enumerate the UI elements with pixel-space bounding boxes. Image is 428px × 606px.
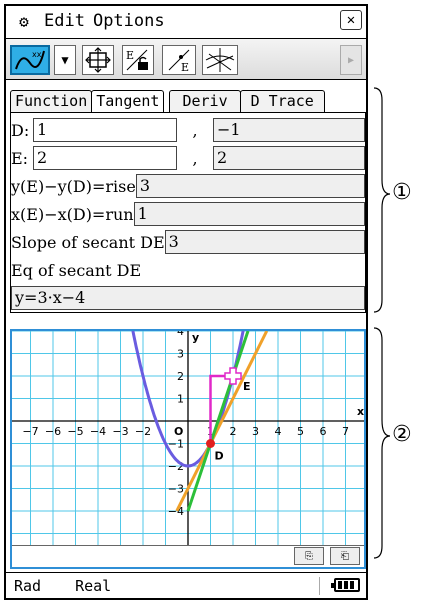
rise-field: 3 [135, 174, 365, 198]
svg-text:xx: xx [32, 50, 42, 59]
x-tick-label: −4 [90, 425, 106, 438]
eq-label: Eq of secant DE [11, 260, 142, 280]
origin-label: O [174, 425, 183, 438]
point-e-icon[interactable]: E [162, 45, 196, 75]
y-tick-label: 2 [177, 370, 184, 383]
secant-panel: Function Tangent Deriv D Trace D: 1 , −1… [10, 90, 366, 318]
point-d-label: D [215, 450, 224, 463]
x-tick-label: −7 [22, 425, 38, 438]
annotation-2: ② [392, 422, 412, 447]
y-tick-label: 4 [177, 331, 184, 338]
slope-row: Slope of secant DE 3 [11, 228, 365, 256]
point-d-marker [206, 439, 215, 448]
menu-edit[interactable]: Edit [44, 11, 85, 31]
svg-text:E: E [181, 61, 189, 74]
menu-bar: ⚙ Edit Options ✕ [6, 6, 366, 36]
zoom-box-icon[interactable] [82, 45, 114, 75]
y-tick-label: −3 [168, 483, 184, 496]
calculator-screen: ⚙ Edit Options ✕ xx ▼ E E ▶ Function Tan… [4, 4, 368, 600]
graph-view-button[interactable]: xx [10, 45, 50, 75]
eq-label-row: Eq of secant DE [11, 256, 365, 284]
x-tick-label: 6 [320, 425, 327, 438]
d-y-field: −1 [213, 118, 365, 142]
e-y-field: 2 [213, 146, 365, 170]
tab-tangent[interactable]: Tangent [91, 90, 165, 112]
slope-label: Slope of secant DE [11, 232, 165, 252]
graph-entry-bar[interactable]: ⎘ ⎗ [12, 545, 364, 567]
d-x-field[interactable]: 1 [33, 118, 177, 142]
y-tick-label: −4 [168, 505, 184, 518]
number-mode: Real [75, 576, 112, 595]
status-bar: Rad Real [6, 572, 366, 598]
y-tick-label: −2 [168, 460, 184, 473]
scroll-right-button[interactable]: ▶ [340, 45, 362, 75]
y-axis-label: y [192, 331, 199, 344]
x-tick-label: 2 [230, 425, 237, 438]
toolbar: xx ▼ E E ▶ [6, 38, 366, 80]
battery-icon [331, 578, 360, 592]
x-tick-label: −3 [112, 425, 128, 438]
x-tick-label: 4 [275, 425, 282, 438]
point-d-row: D: 1 , −1 [11, 116, 365, 144]
panel-body: D: 1 , −1 E: 2 , 2 y(E)−y(D)=rise 3 x(E)… [10, 112, 366, 313]
bracket-annotations [373, 87, 391, 559]
tab-deriv[interactable]: Deriv [169, 90, 241, 112]
comma: , [192, 120, 198, 140]
y-tick-label: 1 [177, 393, 184, 406]
run-row: x(E)−x(D)=run 1 [11, 200, 365, 228]
run-field: 1 [133, 202, 365, 226]
point-d-label: D: [11, 120, 30, 140]
rise-label: y(E)−y(D)=rise [11, 176, 136, 196]
x-tick-label: −5 [67, 425, 83, 438]
x-tick-label: 7 [342, 425, 349, 438]
e-x-field[interactable]: 2 [33, 146, 177, 170]
x-tick-label: 3 [252, 425, 259, 438]
gear-icon[interactable]: ⚙ [12, 12, 36, 31]
rise-row: y(E)−y(D)=rise 3 [11, 172, 365, 200]
x-tick-label: 5 [297, 425, 304, 438]
dropdown-button[interactable]: ▼ [54, 45, 76, 75]
menu-options[interactable]: Options [93, 11, 165, 31]
annotation-1: ① [392, 180, 412, 205]
comma: , [192, 148, 198, 168]
run-label: x(E)−x(D)=run [11, 204, 134, 224]
divider [319, 577, 320, 595]
point-e-cursor [224, 367, 242, 385]
copy-icon[interactable]: ⎘ [294, 547, 324, 565]
point-e-row: E: 2 , 2 [11, 144, 365, 172]
y-tick-label: −1 [168, 438, 184, 451]
lines-icon[interactable] [202, 45, 238, 75]
x-tick-label: −2 [135, 425, 151, 438]
edit-lock-icon[interactable]: E [122, 45, 154, 75]
y-tick-label: 3 [177, 348, 184, 361]
svg-text:E: E [126, 49, 134, 62]
x-tick-label: −6 [45, 425, 61, 438]
graph-window[interactable]: −7 −6 −5 −4 −3 −2 1 2 3 4 5 6 7 4 3 2 1 −1 −2 −3 −4 Ox y D E ⎘ ⎗ [10, 329, 366, 569]
tab-d-trace[interactable]: D Trace [239, 90, 325, 112]
slope-field: 3 [164, 230, 365, 254]
equation-field: y=3·x−4 [11, 286, 365, 310]
point-e-label: E: [11, 148, 29, 168]
close-icon[interactable]: ✕ [340, 10, 362, 30]
tab-bar: Function Tangent Deriv D Trace [10, 90, 366, 112]
point-e-label: E [243, 380, 251, 393]
angle-mode: Rad [14, 576, 42, 595]
tab-function[interactable]: Function [10, 90, 93, 112]
eq-row: y=3·x−4 [11, 284, 365, 312]
paste-icon[interactable]: ⎗ [330, 547, 360, 565]
graph-canvas[interactable]: −7 −6 −5 −4 −3 −2 1 2 3 4 5 6 74321−1−2−3−4OxyDE [12, 331, 364, 545]
x-axis-label: x [357, 405, 364, 418]
